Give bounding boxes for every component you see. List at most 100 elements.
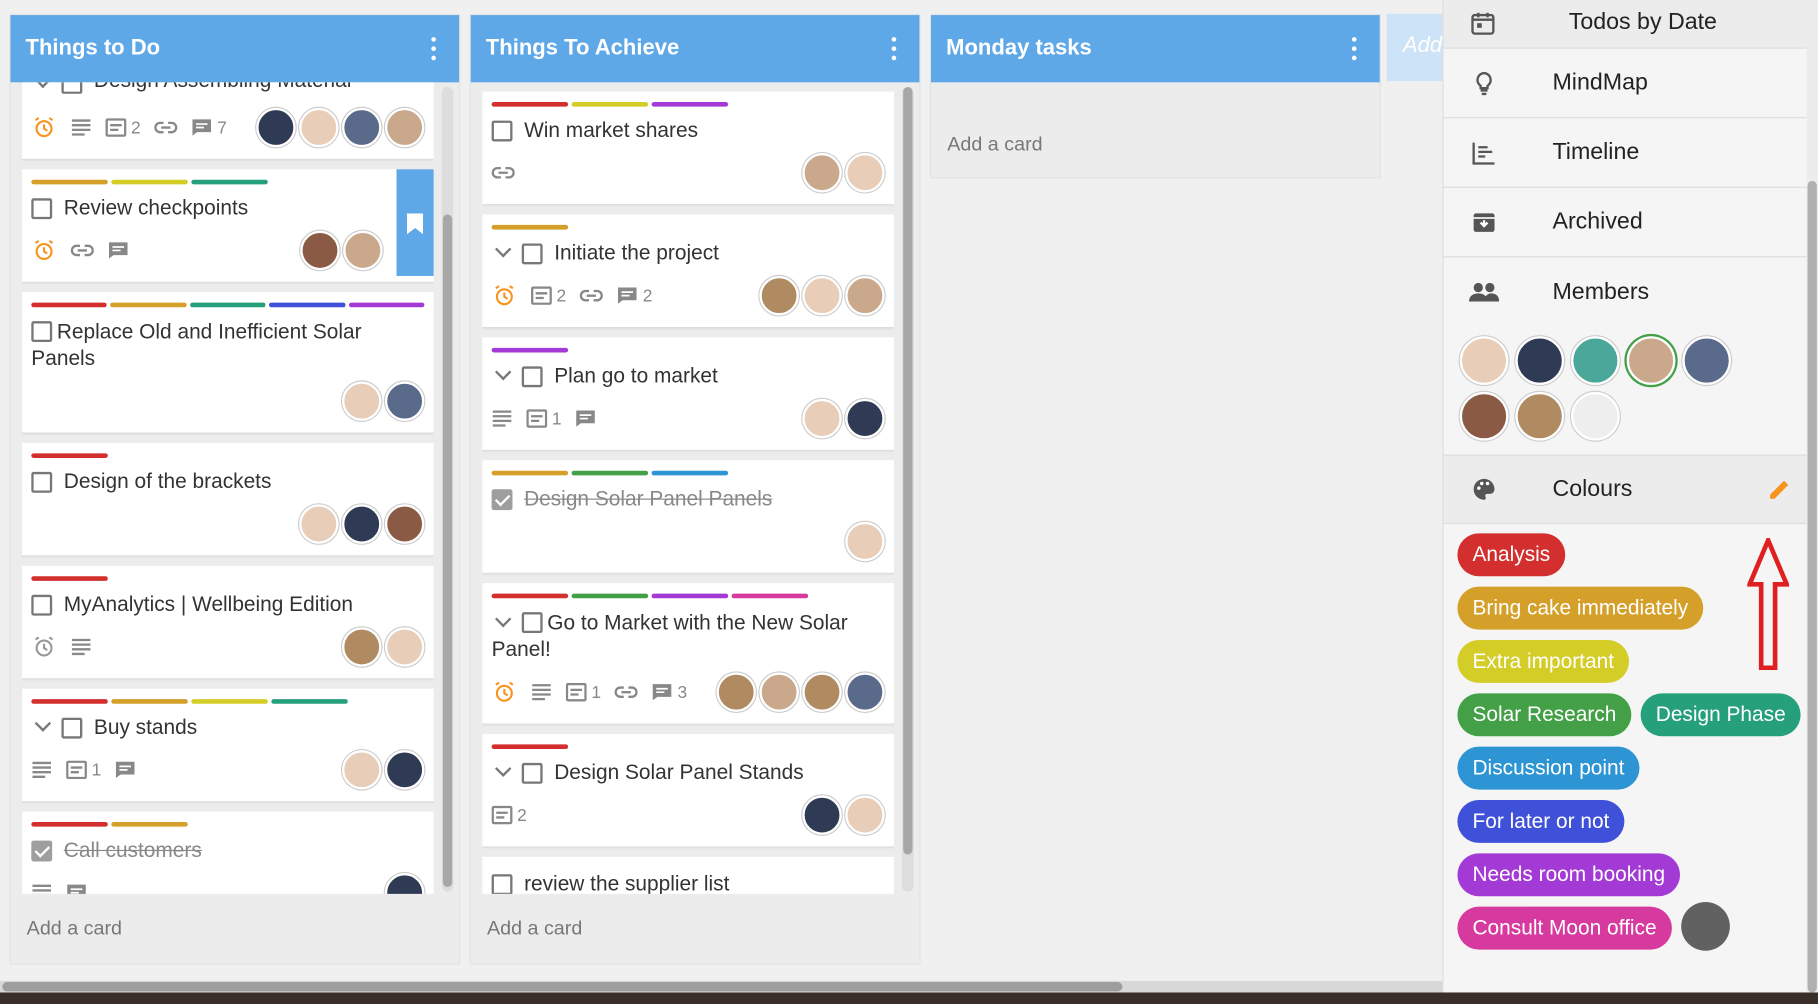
add-card-button[interactable]: Add a card bbox=[471, 894, 920, 964]
avatar[interactable] bbox=[802, 795, 842, 835]
avatar[interactable] bbox=[759, 672, 799, 712]
checkbox[interactable] bbox=[31, 471, 53, 493]
card[interactable]: Review checkpoints bbox=[22, 169, 434, 283]
colour-swatch[interactable] bbox=[1680, 902, 1730, 951]
avatar[interactable] bbox=[845, 795, 885, 835]
card[interactable]: Buy stands 1 bbox=[22, 688, 434, 803]
avatar[interactable] bbox=[342, 504, 382, 544]
bookmark-icon[interactable] bbox=[396, 169, 434, 276]
card[interactable]: MyAnalytics | Wellbeing Edition bbox=[22, 565, 434, 680]
card[interactable]: Plan go to market 1 bbox=[482, 337, 894, 452]
checkbox[interactable] bbox=[521, 366, 543, 388]
chevron-down-icon[interactable] bbox=[492, 240, 515, 263]
card[interactable]: Win market shares bbox=[482, 91, 894, 206]
avatar[interactable] bbox=[845, 275, 885, 316]
list-title[interactable]: Things to Do bbox=[26, 36, 161, 62]
menu-item-mindmap[interactable]: MindMap bbox=[1443, 49, 1818, 119]
avatar[interactable] bbox=[802, 398, 842, 439]
card[interactable]: Design of the brackets bbox=[22, 442, 434, 557]
panel-scrollbar[interactable] bbox=[1806, 0, 1818, 1004]
avatar[interactable] bbox=[1682, 336, 1732, 385]
avatar[interactable] bbox=[845, 153, 885, 193]
label-pill[interactable]: Solar Research bbox=[1457, 693, 1632, 737]
checkbox[interactable] bbox=[61, 717, 83, 739]
avatar[interactable] bbox=[384, 504, 425, 544]
avatar[interactable] bbox=[342, 381, 382, 421]
list-title[interactable]: Monday tasks bbox=[946, 36, 1092, 62]
avatar[interactable] bbox=[845, 521, 885, 562]
checkbox[interactable] bbox=[31, 321, 53, 343]
board-horizontal-scrollbar[interactable] bbox=[0, 980, 1443, 993]
chevron-down-icon[interactable] bbox=[492, 363, 515, 386]
checkbox[interactable] bbox=[521, 243, 543, 265]
add-card-button[interactable]: Add a card bbox=[931, 110, 1380, 180]
avatar[interactable] bbox=[299, 107, 339, 148]
avatar[interactable] bbox=[1626, 336, 1676, 385]
label-pill[interactable]: Consult Moon office bbox=[1457, 906, 1672, 950]
chevron-down-icon[interactable] bbox=[31, 714, 54, 737]
avatar[interactable] bbox=[802, 275, 842, 316]
avatar[interactable] bbox=[300, 230, 340, 271]
label-pill[interactable]: Needs room booking bbox=[1457, 853, 1681, 897]
card[interactable]: Design Solar Panel Panels bbox=[482, 460, 894, 574]
checkbox[interactable] bbox=[521, 612, 543, 634]
menu-item-todos-by-date[interactable]: Todos by Date bbox=[1443, 0, 1818, 49]
list-scrollbar[interactable] bbox=[902, 86, 914, 892]
checkbox[interactable] bbox=[521, 762, 543, 784]
checkbox[interactable] bbox=[491, 874, 513, 894]
menu-item-members[interactable]: Members bbox=[1444, 257, 1818, 327]
avatar[interactable] bbox=[342, 627, 382, 667]
checkbox[interactable] bbox=[31, 594, 53, 616]
card[interactable]: review the supplier list bbox=[482, 856, 894, 894]
avatar[interactable] bbox=[1459, 336, 1509, 385]
avatar[interactable] bbox=[1571, 336, 1620, 385]
menu-item-archived[interactable]: Archived bbox=[1443, 188, 1818, 258]
avatar[interactable] bbox=[384, 750, 425, 790]
list-menu-icon[interactable] bbox=[885, 35, 904, 63]
avatar[interactable] bbox=[384, 107, 425, 148]
avatar[interactable] bbox=[299, 504, 339, 544]
avatar[interactable] bbox=[716, 672, 756, 712]
avatar[interactable] bbox=[1571, 391, 1620, 441]
avatar[interactable] bbox=[342, 750, 382, 790]
list-scrollbar[interactable] bbox=[441, 86, 454, 892]
chevron-down-icon[interactable] bbox=[492, 610, 515, 633]
checkbox-checked[interactable] bbox=[31, 840, 53, 862]
label-pill[interactable]: Extra important bbox=[1457, 640, 1630, 683]
card[interactable]: Design Solar Panel Stands 2 bbox=[482, 733, 894, 848]
label-pill[interactable]: For later or not bbox=[1457, 800, 1625, 843]
card[interactable]: Replace Old and Inefficient Solar Panels bbox=[22, 292, 434, 434]
list-menu-icon[interactable] bbox=[1345, 35, 1364, 63]
label-pill[interactable]: Analysis bbox=[1457, 533, 1566, 577]
avatar[interactable] bbox=[384, 627, 425, 667]
checkbox[interactable] bbox=[61, 82, 83, 94]
label-pill[interactable]: Discussion point bbox=[1457, 746, 1640, 790]
checkbox-checked[interactable] bbox=[491, 489, 513, 511]
chevron-down-icon[interactable] bbox=[31, 82, 54, 94]
label-pill[interactable]: Bring cake immediately bbox=[1457, 586, 1704, 630]
avatar[interactable] bbox=[1459, 391, 1509, 441]
label-pill[interactable]: Design Phase bbox=[1640, 693, 1801, 737]
avatar[interactable] bbox=[1515, 391, 1565, 441]
avatar[interactable] bbox=[845, 672, 885, 712]
avatar[interactable] bbox=[256, 107, 296, 148]
avatar[interactable] bbox=[1515, 336, 1565, 385]
chevron-down-icon[interactable] bbox=[492, 759, 515, 782]
menu-item-timeline[interactable]: Timeline bbox=[1443, 118, 1818, 188]
avatar[interactable] bbox=[384, 873, 425, 894]
avatar[interactable] bbox=[384, 381, 425, 421]
list-title[interactable]: Things To Achieve bbox=[486, 36, 679, 62]
menu-item-colours[interactable]: Colours bbox=[1443, 454, 1818, 525]
edit-pencil-icon[interactable] bbox=[1767, 477, 1793, 503]
avatar[interactable] bbox=[802, 672, 842, 712]
list-menu-icon[interactable] bbox=[424, 35, 443, 63]
card[interactable]: Design Assembling Material 2 7 bbox=[22, 82, 434, 161]
avatar[interactable] bbox=[759, 275, 799, 316]
add-card-button[interactable]: Add a card bbox=[10, 894, 459, 964]
avatar[interactable] bbox=[802, 153, 842, 193]
avatar[interactable] bbox=[343, 230, 383, 271]
checkbox[interactable] bbox=[491, 120, 513, 142]
card[interactable]: Initiate the project 2 2 bbox=[482, 214, 894, 329]
avatar[interactable] bbox=[845, 398, 885, 439]
avatar[interactable] bbox=[342, 107, 382, 148]
